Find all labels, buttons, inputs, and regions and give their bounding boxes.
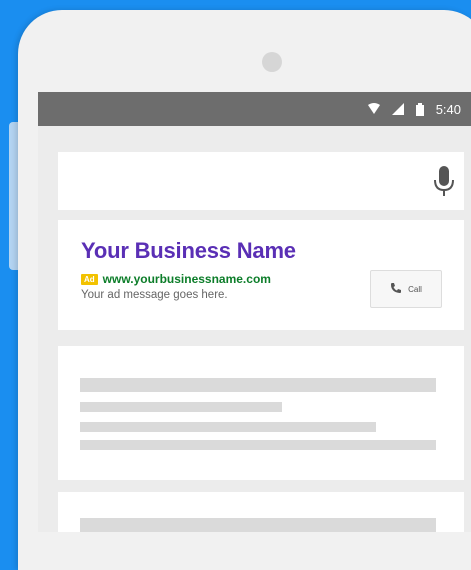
placeholder-line	[80, 518, 436, 532]
wifi-icon	[367, 103, 380, 115]
ad-title[interactable]: Your Business Name	[81, 238, 296, 264]
placeholder-line	[80, 422, 376, 432]
placeholder-line	[80, 378, 436, 392]
camera-icon	[262, 52, 282, 72]
signal-icon	[391, 103, 404, 115]
ad-url[interactable]: www.yourbusinessname.com	[103, 272, 271, 286]
placeholder-line	[80, 440, 436, 450]
ad-result-card[interactable]: Your Business Name Ad www.yourbusinessna…	[58, 220, 464, 330]
status-bar: 5:40	[38, 92, 471, 126]
placeholder-result-card	[58, 346, 464, 480]
call-label: Call	[408, 284, 422, 294]
placeholder-result-card	[58, 492, 464, 532]
ad-url-row: Ad www.yourbusinessname.com	[81, 272, 271, 286]
call-button[interactable]: Call	[370, 270, 442, 308]
phone-screen: 5:40 Your Business Name Ad www.yourbusin…	[38, 92, 471, 532]
placeholder-line	[80, 402, 282, 412]
ad-description: Your ad message goes here.	[81, 289, 228, 301]
mic-icon[interactable]	[434, 166, 454, 203]
status-time: 5:40	[435, 101, 461, 117]
ad-badge: Ad	[81, 273, 98, 285]
battery-icon	[415, 102, 424, 116]
phone-icon	[390, 282, 402, 296]
search-bar[interactable]	[58, 152, 464, 210]
